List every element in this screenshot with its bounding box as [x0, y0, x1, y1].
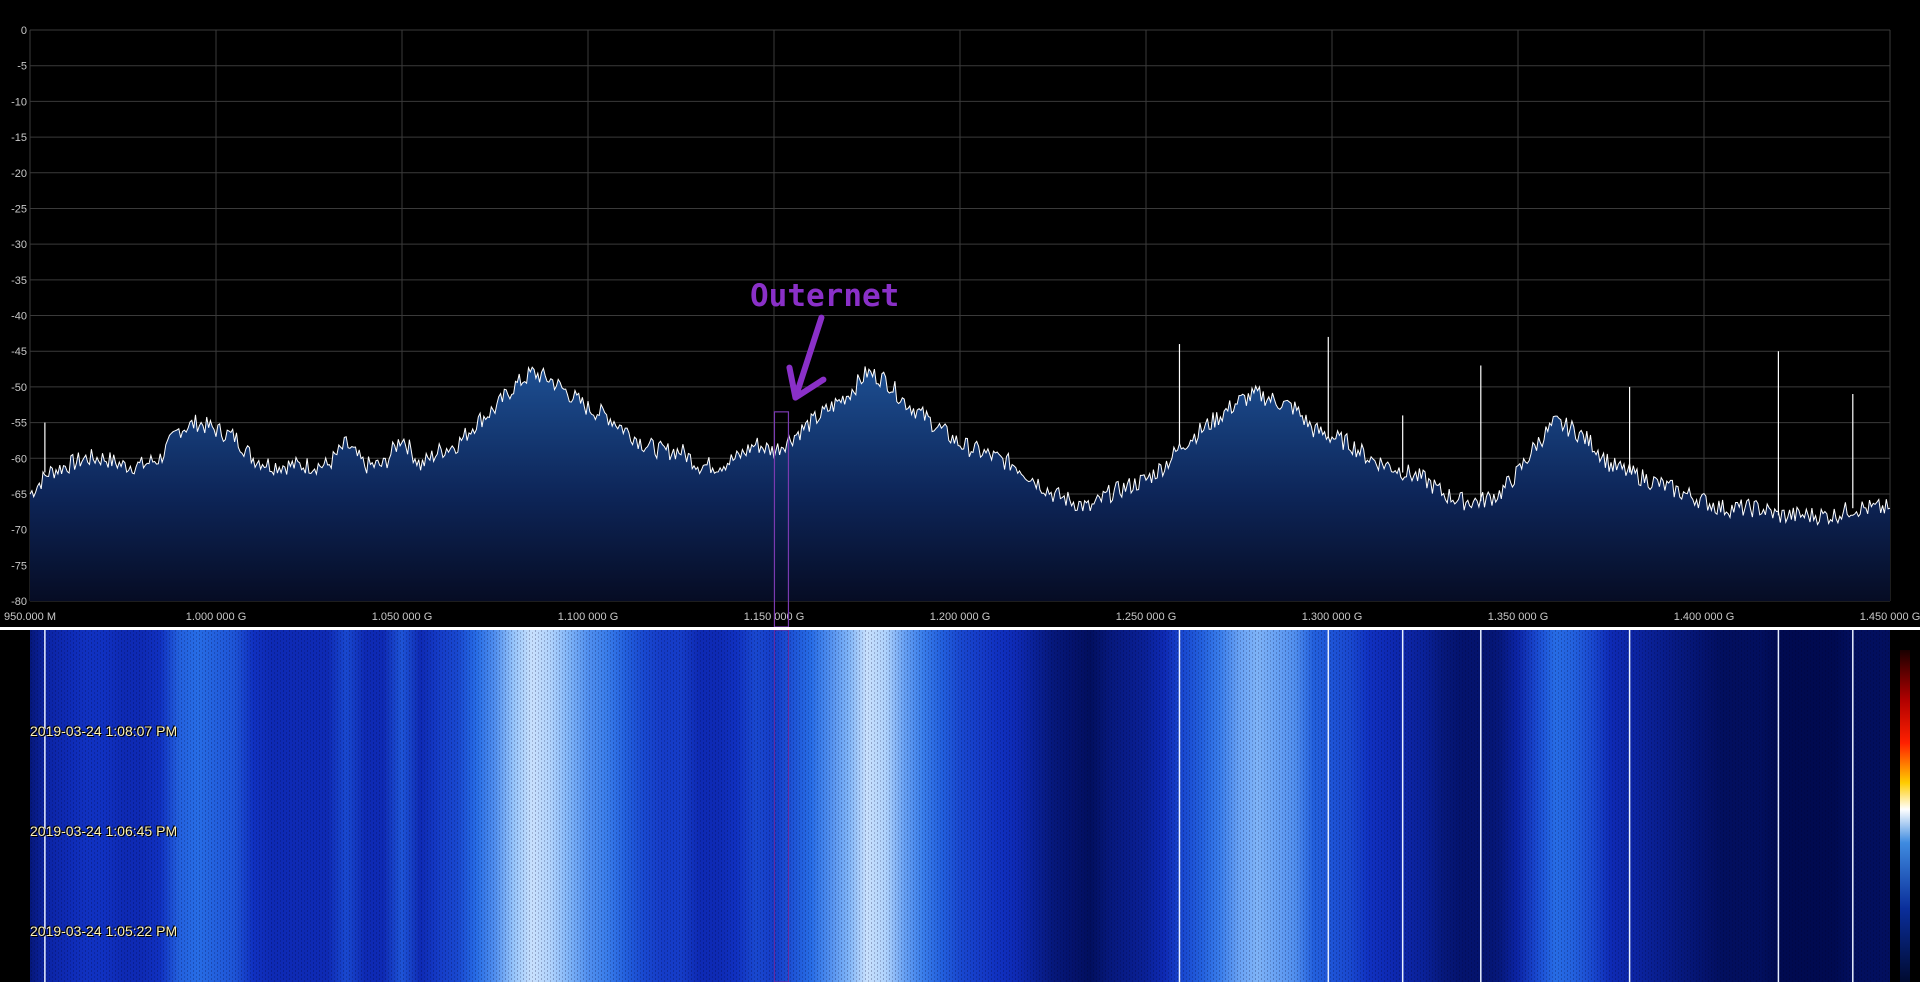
x-tick-label: 1.000 000 G	[186, 611, 247, 623]
y-tick-label: -75	[11, 560, 27, 572]
waterfall-display[interactable]	[0, 630, 1920, 982]
y-tick-label: -25	[11, 203, 27, 215]
waterfall-timestamp: 2019-03-24 1:08:07 PM	[30, 723, 178, 739]
y-tick-label: -55	[11, 418, 27, 430]
waterfall-noise	[30, 630, 1890, 982]
waterfall-timestamp: 2019-03-24 1:05:22 PM	[30, 923, 178, 939]
y-tick-label: -80	[11, 596, 27, 608]
x-tick-label: 1.300 000 G	[1302, 611, 1363, 623]
x-tick-label: 1.100 000 G	[558, 611, 619, 623]
y-tick-label: 0	[21, 25, 27, 37]
spectrum-chart[interactable]: 0 -5 -10 -15 -20 -25 -30 -35 -40 -45 -50 -55 -60 -65 -…	[0, 0, 1920, 630]
x-tick-label: 1.450 000 G	[1860, 611, 1920, 623]
y-tick-label: -50	[11, 382, 27, 394]
y-tick-label: -65	[11, 489, 27, 501]
x-tick-label: 1.050 000 G	[372, 611, 433, 623]
x-tick-label: 1.200 000 G	[930, 611, 991, 623]
x-tick-label: 1.350 000 G	[1488, 611, 1549, 623]
x-tick-label: 1.400 000 G	[1674, 611, 1735, 623]
annotation-label: Outernet	[750, 278, 900, 314]
y-tick-label: -20	[11, 168, 27, 180]
y-tick-label: -60	[11, 453, 27, 465]
waterfall-timestamp: 2019-03-24 1:06:45 PM	[30, 823, 178, 839]
y-tick-label: -70	[11, 525, 27, 537]
y-tick-label: -15	[11, 132, 27, 144]
y-tick-label: -35	[11, 275, 27, 287]
y-tick-label: -40	[11, 311, 27, 323]
y-tick-label: -10	[11, 96, 27, 108]
x-tick-label: 950.000 M	[4, 611, 56, 623]
color-scale-bar	[1900, 650, 1910, 982]
y-tick-label: -5	[17, 61, 27, 73]
y-tick-label: -45	[11, 346, 27, 358]
x-tick-label: 1.250 000 G	[1116, 611, 1177, 623]
y-tick-label: -30	[11, 239, 27, 251]
